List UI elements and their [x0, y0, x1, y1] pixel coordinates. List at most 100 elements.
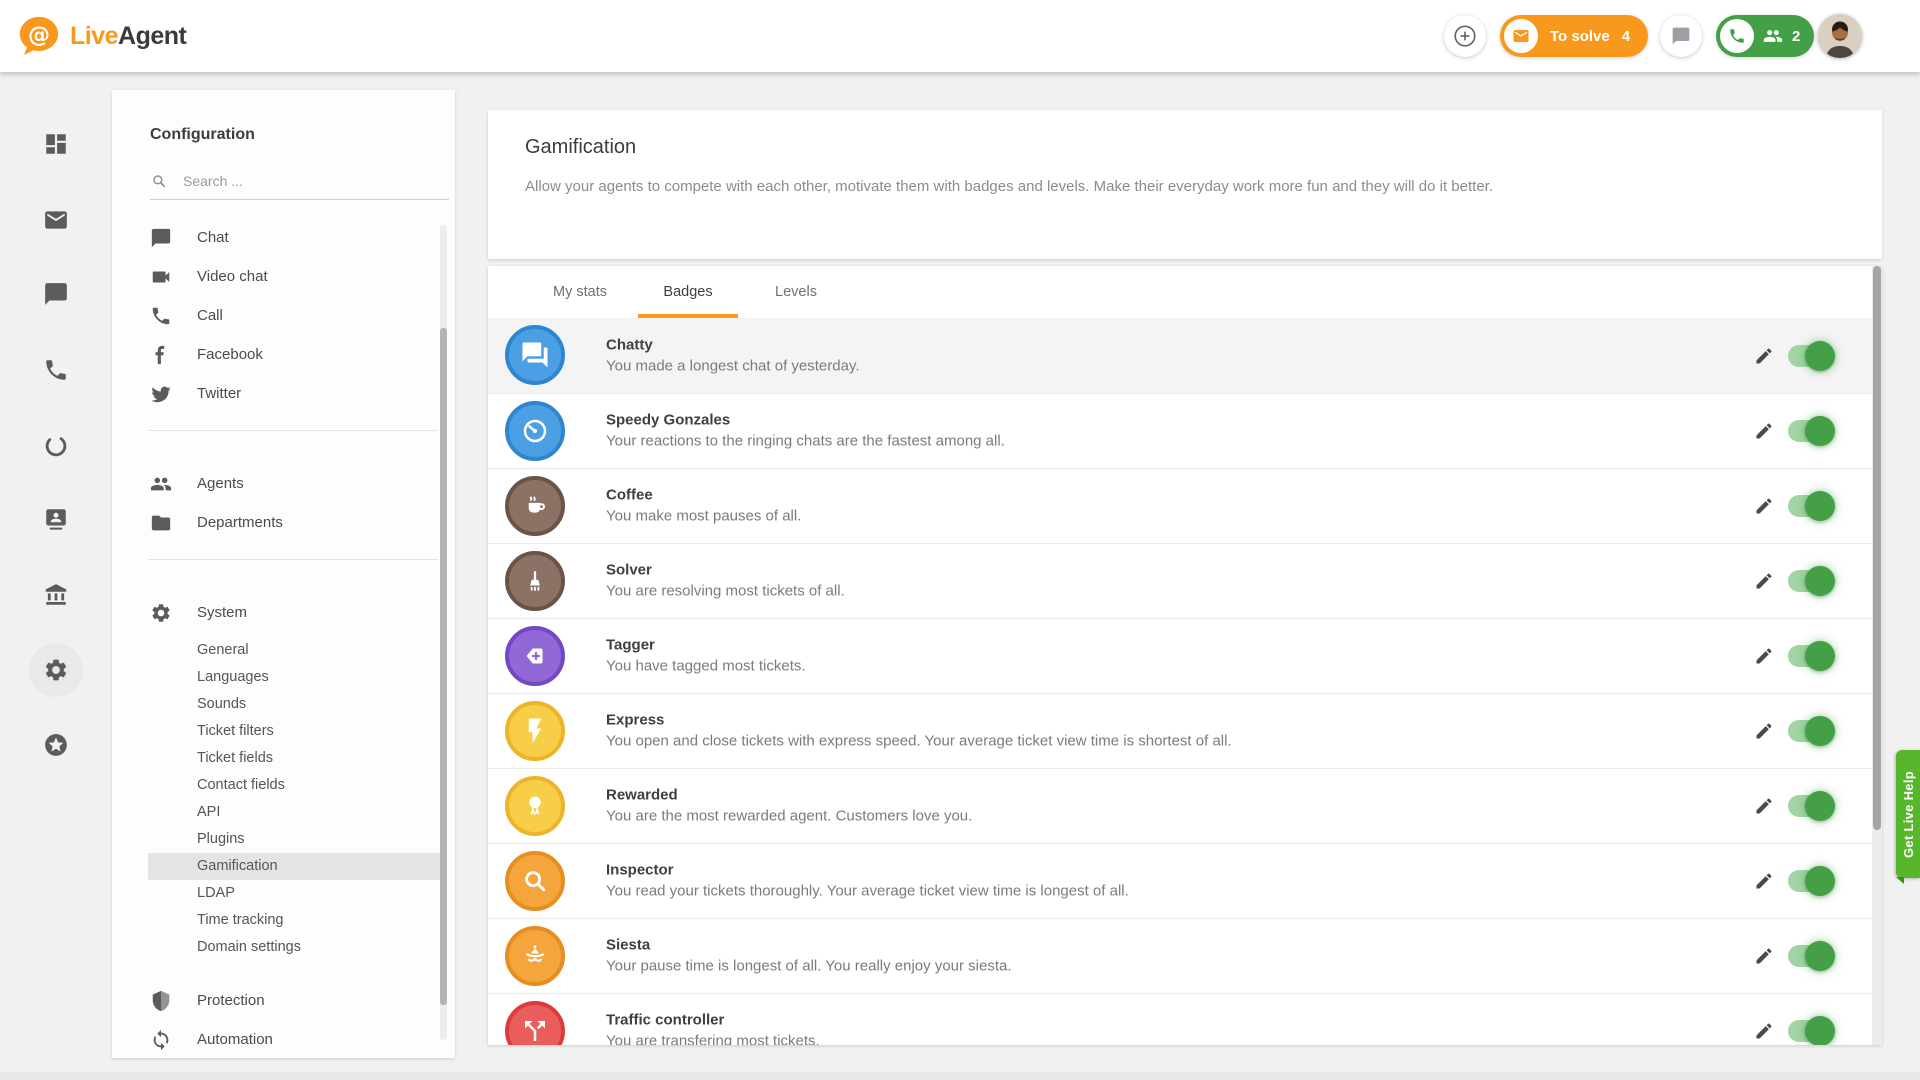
toggle-knob [1805, 491, 1835, 521]
edit-badge-button[interactable] [1754, 646, 1774, 666]
rail-gamification-button[interactable] [29, 718, 83, 772]
sidebar-item-call[interactable]: Call [112, 296, 446, 335]
toggle-knob [1805, 641, 1835, 671]
edit-badge-button[interactable] [1754, 871, 1774, 891]
sidebar-item-system[interactable]: System [112, 593, 446, 632]
sidebar-subitem-api[interactable]: API [112, 799, 446, 826]
rail-customers-button[interactable] [29, 492, 83, 546]
sidebar-item-chat[interactable]: Chat [112, 218, 446, 257]
search-input[interactable] [181, 172, 411, 190]
badge-toggle-solver[interactable] [1788, 570, 1832, 592]
people-icon [1763, 26, 1783, 46]
badge-tagger-icon [505, 626, 565, 686]
tab-levels[interactable]: Levels [746, 266, 846, 318]
badge-toggle-traffic-controller[interactable] [1788, 1020, 1832, 1042]
sidebar-title: Configuration [150, 126, 255, 144]
badge-name: Tagger [606, 636, 806, 656]
sidebar-item-twitter[interactable]: Twitter [112, 374, 446, 413]
sidebar-subitem-sounds[interactable]: Sounds [112, 691, 446, 718]
sidebar-scrollbar[interactable] [440, 225, 447, 1040]
badge-description: You read your tickets thoroughly. Your a… [606, 881, 1129, 902]
bottom-edge [0, 1072, 1920, 1080]
sidebar-subitem-languages[interactable]: Languages [112, 664, 446, 691]
edit-badge-button[interactable] [1754, 421, 1774, 441]
rail-calls-button[interactable] [29, 343, 83, 397]
badge-toggle-rewarded[interactable] [1788, 795, 1832, 817]
main-scrollbar-thumb[interactable] [1873, 266, 1881, 830]
badge-actions [1754, 1020, 1832, 1042]
liveagent-logo[interactable]: @ LiveAgent [16, 13, 186, 59]
sidebar-scrollbar-thumb[interactable] [440, 328, 447, 1005]
edit-badge-button[interactable] [1754, 721, 1774, 741]
badge-inspector-icon [505, 851, 565, 911]
sidebar-item-label: Twitter [197, 385, 241, 402]
badge-text: SolverYou are resolving most tickets of … [606, 561, 845, 602]
badge-text: CoffeeYou make most pauses of all. [606, 486, 801, 527]
tab-badges[interactable]: Badges [638, 266, 738, 318]
to-solve-button[interactable]: To solve 4 [1500, 15, 1648, 57]
messages-button[interactable] [1660, 15, 1702, 57]
badge-actions [1754, 570, 1832, 592]
get-live-help-tab[interactable]: Get Live Help [1896, 750, 1920, 878]
sidebar-item-facebook[interactable]: Facebook [112, 335, 446, 374]
sidebar-subitem-ldap[interactable]: LDAP [112, 880, 446, 907]
sidebar-subitem-gamification[interactable]: Gamification [148, 853, 446, 880]
badge-toggle-tagger[interactable] [1788, 645, 1832, 667]
sidebar-subitem-plugins[interactable]: Plugins [112, 826, 446, 853]
edit-badge-button[interactable] [1754, 346, 1774, 366]
sidebar-item-departments[interactable]: Departments [112, 503, 446, 542]
toggle-knob [1805, 566, 1835, 596]
add-new-button[interactable] [1444, 15, 1486, 57]
mail-icon [43, 207, 69, 233]
avatar[interactable] [1818, 14, 1862, 58]
rail-reports-button[interactable] [29, 419, 83, 473]
sidebar-subitem-contact-fields[interactable]: Contact fields [112, 772, 446, 799]
sidebar-item-label: Departments [197, 514, 283, 531]
badge-toggle-chatty[interactable] [1788, 345, 1832, 367]
sidebar-subitem-ticket-filters[interactable]: Ticket filters [112, 718, 446, 745]
edit-badge-button[interactable] [1754, 946, 1774, 966]
badge-name: Coffee [606, 486, 801, 506]
sidebar-subitem-domain-settings[interactable]: Domain settings [112, 934, 446, 961]
chat-icon [43, 281, 69, 307]
toggle-knob [1805, 791, 1835, 821]
badge-rewarded-icon [505, 776, 565, 836]
sidebar-item-protection[interactable]: Protection [112, 981, 446, 1020]
edit-badge-button[interactable] [1754, 496, 1774, 516]
rail-academy-button[interactable] [29, 568, 83, 622]
edit-badge-button[interactable] [1754, 1021, 1774, 1041]
badge-actions [1754, 645, 1832, 667]
sidebar-item-agents[interactable]: Agents [112, 464, 446, 503]
sidebar-subitem-ticket-fields[interactable]: Ticket fields [112, 745, 446, 772]
stars-icon [43, 732, 69, 758]
badge-description: You are transfering most tickets. [606, 1031, 820, 1046]
badge-text: ChattyYou made a longest chat of yesterd… [606, 335, 860, 376]
tab-bar: My statsBadgesLevels [530, 266, 846, 318]
bank-icon [43, 582, 69, 608]
badge-solver-icon [505, 551, 565, 611]
gamification-header-card: Gamification Allow your agents to compet… [488, 110, 1882, 259]
badge-toggle-inspector[interactable] [1788, 870, 1832, 892]
sidebar-subitem-general[interactable]: General [112, 637, 446, 664]
rail-configuration-button[interactable] [29, 643, 83, 697]
edit-badge-button[interactable] [1754, 571, 1774, 591]
main-scrollbar[interactable] [1872, 266, 1882, 1045]
rail-chats-button[interactable] [29, 267, 83, 321]
chat-icon [150, 227, 172, 249]
sidebar-item-video-chat[interactable]: Video chat [112, 257, 446, 296]
sidebar-item-automation[interactable]: Automation [112, 1020, 446, 1058]
badge-toggle-speedy-gonzales[interactable] [1788, 420, 1832, 442]
badge-toggle-siesta[interactable] [1788, 945, 1832, 967]
rail-dashboard-button[interactable] [29, 117, 83, 171]
rail-tickets-button[interactable] [29, 193, 83, 247]
badge-toggle-coffee[interactable] [1788, 495, 1832, 517]
badge-toggle-express[interactable] [1788, 720, 1832, 742]
sidebar-subitem-time-tracking[interactable]: Time tracking [112, 907, 446, 934]
calls-button[interactable]: 2 [1716, 15, 1814, 57]
phone-icon [1728, 27, 1746, 45]
toggle-knob [1805, 716, 1835, 746]
edit-badge-button[interactable] [1754, 796, 1774, 816]
app-header: @ LiveAgent To solve 4 2 [0, 0, 1920, 72]
tab-my-stats[interactable]: My stats [530, 266, 630, 318]
gear-icon [43, 657, 69, 683]
